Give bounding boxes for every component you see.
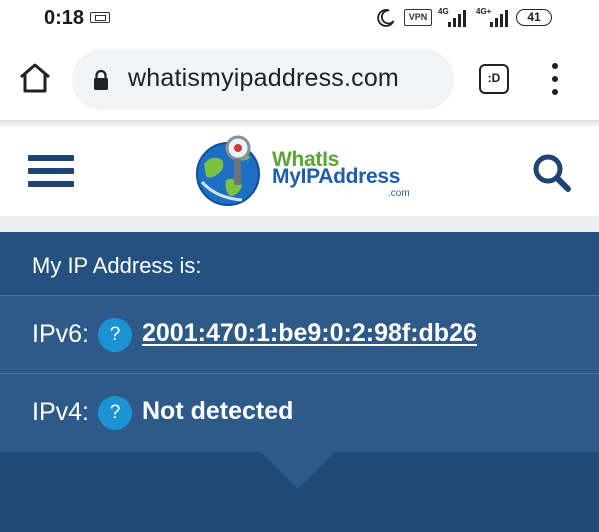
ip-panel-heading: My IP Address is: [0, 232, 599, 296]
tab-switcher-button[interactable]: :D [479, 64, 509, 94]
browser-toolbar: whatismyipaddress.com :D [0, 36, 599, 120]
ipv6-address-link[interactable]: 2001:470:1:be9:0:2:98f:db26 [142, 319, 477, 348]
vpn-badge: VPN [404, 9, 432, 26]
battery-indicator: 41 [516, 9, 552, 26]
notification-icon [90, 12, 110, 23]
logo-text-suffix: .com [388, 188, 410, 199]
lock-icon[interactable] [92, 69, 110, 91]
ipv4-label: IPv4: [32, 398, 89, 426]
panel-pointer-arrow [260, 451, 336, 489]
ipv6-label: IPv6: [32, 320, 89, 348]
logo-text-line2: MyIPAddress [272, 165, 401, 188]
section-divider [0, 216, 599, 232]
ip-heading-text: My IP Address is: [32, 253, 202, 278]
url-text[interactable]: whatismyipaddress.com [128, 64, 399, 93]
cell-signal-icon [490, 10, 508, 27]
home-icon[interactable] [17, 60, 53, 96]
do-not-disturb-moon-icon [377, 9, 395, 27]
status-time: 0:18 [44, 7, 85, 29]
ipv4-value: Not detected [142, 397, 294, 425]
ipv6-row: IPv6: ? 2001:470:1:be9:0:2:98f:db26 [0, 296, 599, 374]
ip-address-panel: My IP Address is: IPv6: ? 2001:470:1:be9… [0, 232, 599, 532]
hamburger-menu-icon[interactable] [28, 155, 74, 187]
overflow-menu-icon[interactable] [548, 63, 562, 95]
cell-signal-icon [448, 10, 466, 27]
ipv4-help-icon[interactable]: ? [98, 396, 132, 430]
search-icon[interactable] [531, 153, 573, 193]
site-logo[interactable]: WhatIs MyIPAddress .com [192, 130, 412, 210]
globe-magnifier-logo-icon [196, 135, 260, 206]
address-bar[interactable]: whatismyipaddress.com [72, 49, 454, 110]
ipv6-help-icon[interactable]: ? [98, 318, 132, 352]
toolbar-shadow [0, 120, 599, 128]
status-bar: 0:18 VPN 4G 4G+ 41 [0, 0, 599, 36]
ipv4-row: IPv4: ? Not detected [0, 374, 599, 452]
site-header: WhatIs MyIPAddress .com [0, 128, 599, 216]
